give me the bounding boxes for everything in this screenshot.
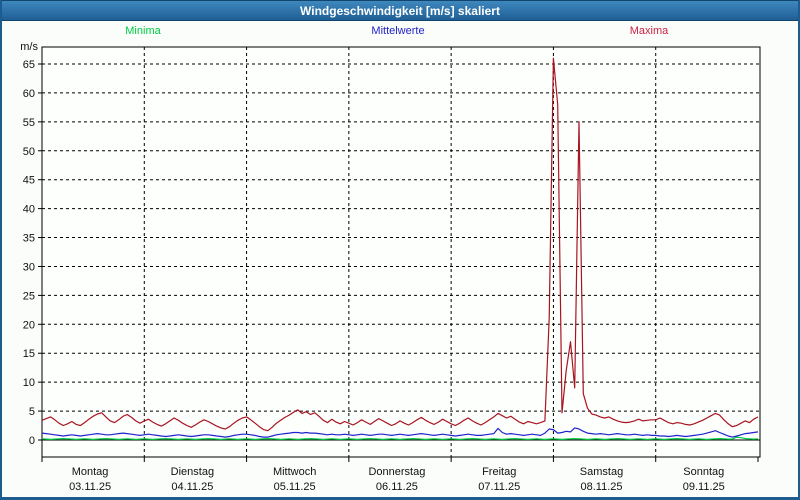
x-axis-date-label: 08.11.25 — [580, 481, 622, 493]
y-tick-label: 50 — [23, 146, 35, 158]
wind-speed-chart: m/s 0 5 10 15 20 25 30 35 40 45 50 55 60 65 Montag 03.1… — [20, 41, 761, 493]
y-tick-label: 65 — [23, 59, 35, 71]
y-tick-label: 55 — [23, 117, 35, 129]
x-axis-day-label: Samstag — [580, 466, 623, 478]
y-tick-label: 5 — [29, 406, 35, 418]
x-axis-day-label: Freitag — [482, 466, 516, 478]
x-axis-day-label: Montag — [72, 466, 109, 478]
x-axis-date-label: 04.11.25 — [171, 481, 213, 493]
x-axis-day-label: Sonntag — [683, 466, 724, 478]
y-tick-label: 60 — [23, 88, 35, 100]
chart-window: Windgeschwindigkeit [m/s] skaliert Minim… — [0, 0, 800, 500]
y-tick-label: 0 — [29, 435, 35, 447]
x-axis-day-label: Dienstag — [171, 466, 214, 478]
x-axis-day-label: Mittwoch — [273, 466, 316, 478]
y-axis-unit-label: m/s — [20, 41, 38, 53]
x-axis-day-label: Donnerstag — [368, 466, 425, 478]
y-tick-label: 30 — [23, 261, 35, 273]
x-axis-date-label: 06.11.25 — [376, 481, 418, 493]
y-tick-label: 45 — [23, 175, 35, 187]
y-tick-label: 20 — [23, 319, 35, 331]
x-axis-date-label: 07.11.25 — [478, 481, 520, 493]
plot-area — [42, 47, 760, 457]
y-tick-label: 10 — [23, 377, 35, 389]
x-axis-date-label: 05.11.25 — [274, 481, 316, 493]
y-tick-label: 15 — [23, 348, 35, 360]
x-axis-date-label: 09.11.25 — [683, 481, 725, 493]
y-tick-label: 25 — [23, 290, 35, 302]
y-tick-label: 40 — [23, 204, 35, 216]
y-tick-label: 35 — [23, 233, 35, 245]
x-axis-date-label: 03.11.25 — [69, 481, 111, 493]
